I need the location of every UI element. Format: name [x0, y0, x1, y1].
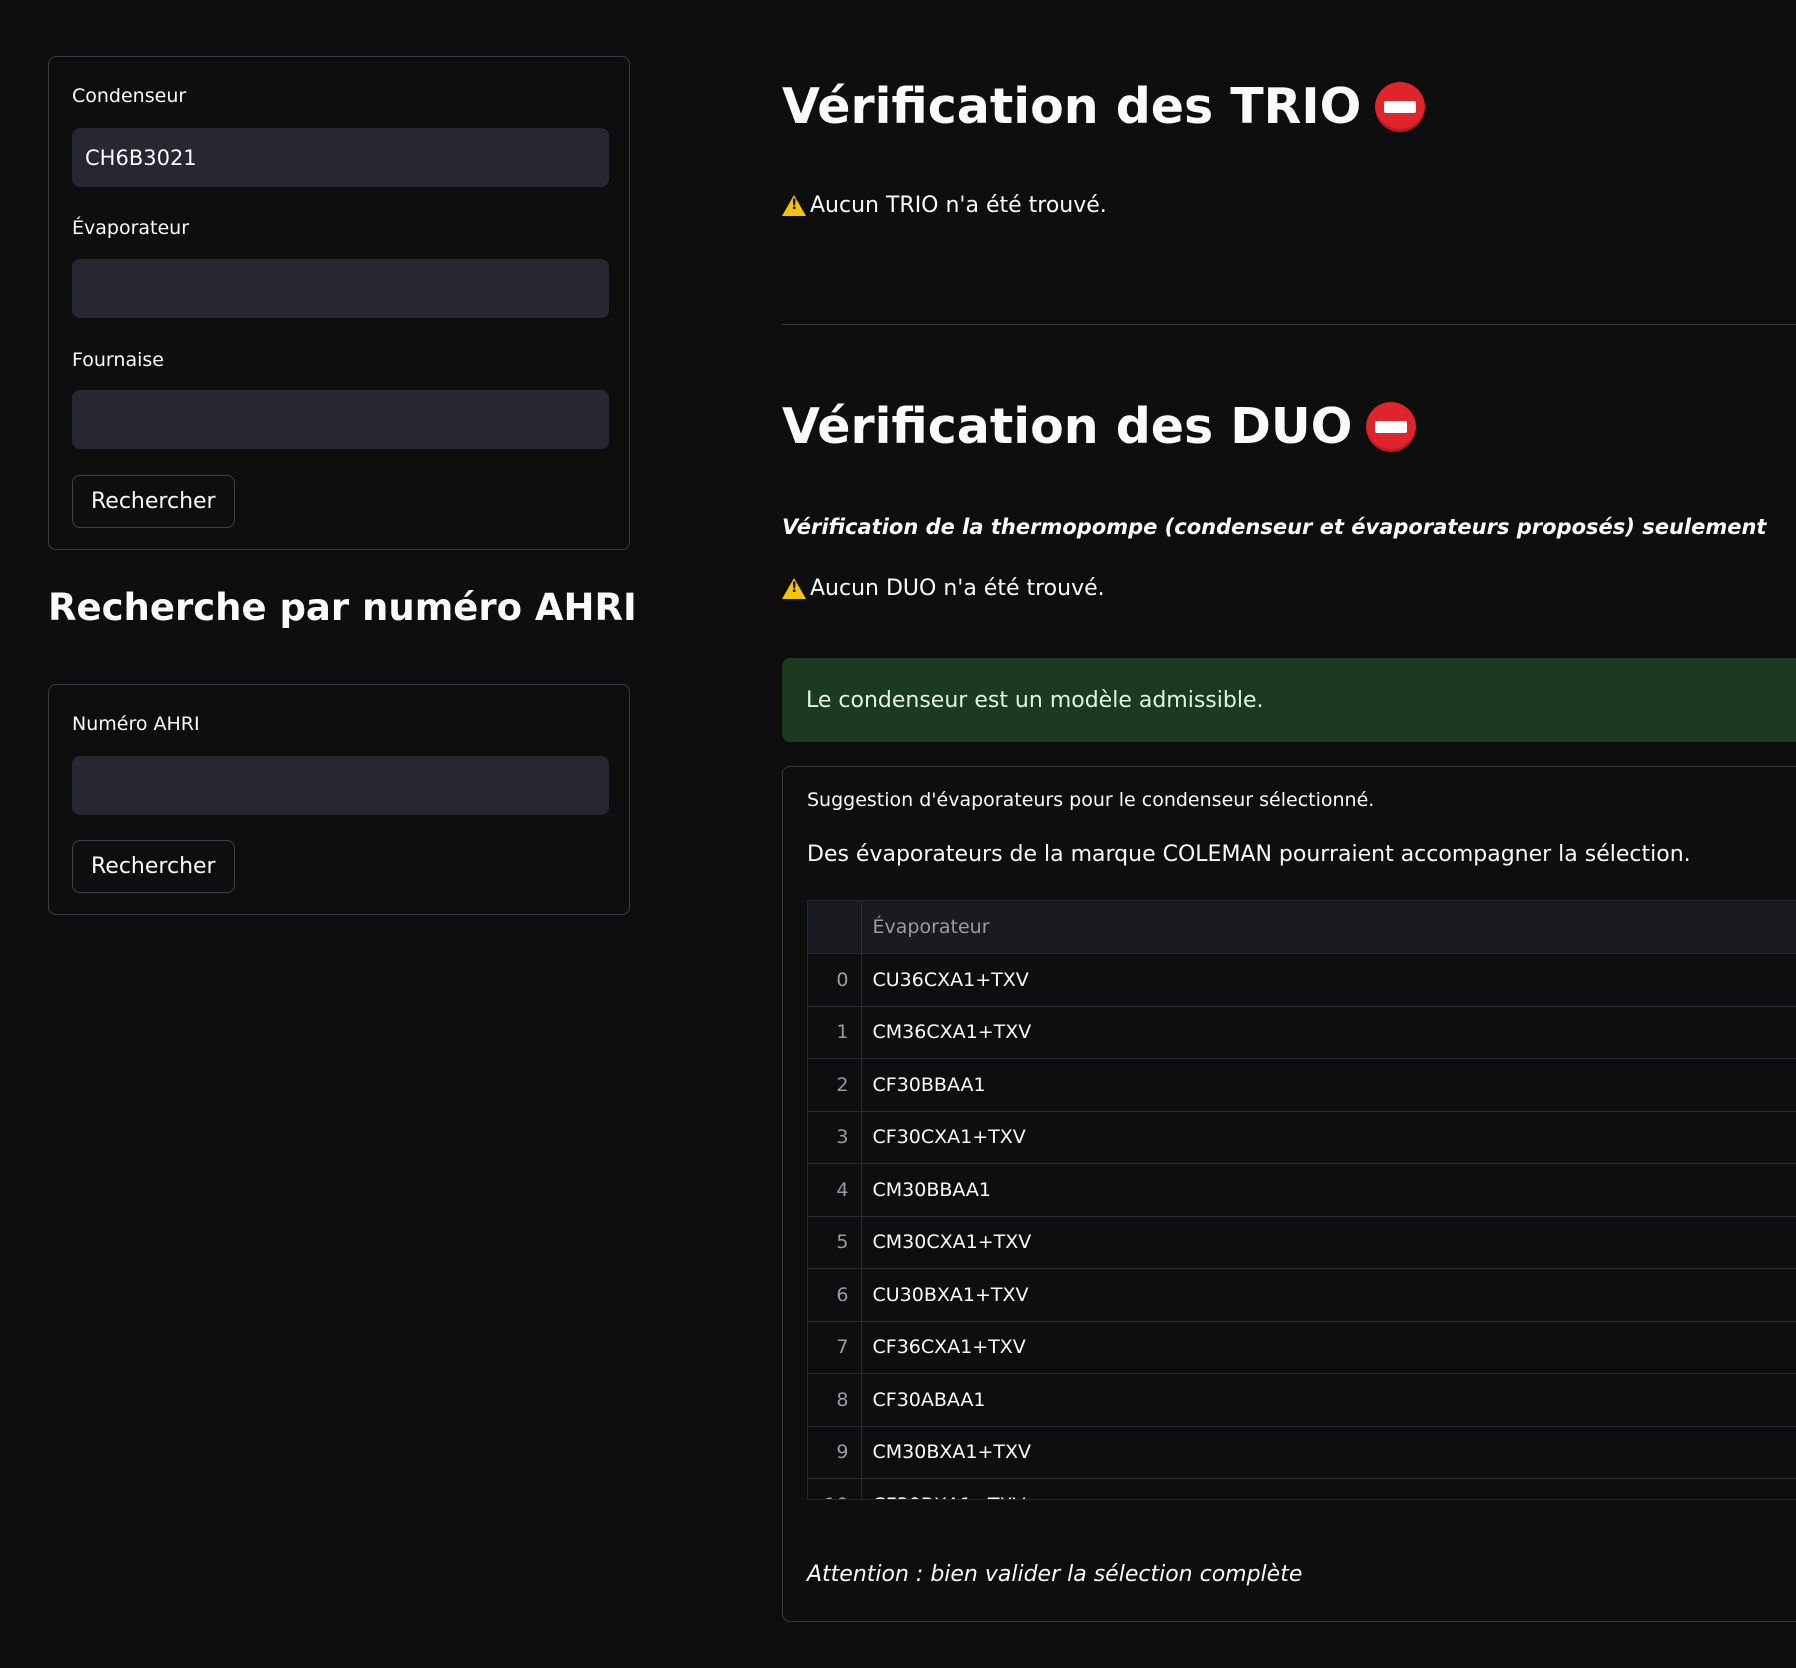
evaporator-table[interactable]: Évaporateur 0 CU36CXA1+TXV 1 CM36CXA1+TXV …	[807, 900, 1796, 1500]
ahri-number-input[interactable]	[72, 756, 609, 815]
duo-heading-text: Vérification des DUO	[782, 398, 1353, 455]
row-index: 4	[808, 1163, 862, 1217]
row-index: 0	[808, 953, 862, 1007]
table-cell[interactable]: CF30ABAA1	[861, 1373, 1796, 1427]
warning-icon	[782, 195, 806, 216]
duo-subtitle: Vérification de la thermopompe (condense…	[782, 515, 1767, 539]
index-column-header	[808, 901, 862, 954]
ahri-search-button[interactable]: Rechercher	[72, 840, 235, 893]
table-cell[interactable]: CF30BBAA1	[861, 1058, 1796, 1112]
evaporateur-input[interactable]	[72, 259, 609, 318]
table-row: 1 CM36CXA1+TXV	[808, 1006, 1796, 1059]
ahri-number-label: Numéro AHRI	[72, 713, 200, 735]
trio-warning-text: Aucun TRIO n'a été trouvé.	[810, 193, 1107, 218]
table-row: 8 CF30ABAA1	[808, 1373, 1796, 1427]
row-index: 10	[808, 1478, 862, 1499]
condenseur-label: Condenseur	[72, 85, 187, 107]
row-index: 1	[808, 1006, 862, 1059]
table-cell[interactable]: CF36CXA1+TXV	[861, 1321, 1796, 1374]
no-entry-icon	[1375, 81, 1426, 132]
no-entry-icon	[1366, 401, 1417, 452]
row-index: 8	[808, 1373, 862, 1427]
suggestion-card: Suggestion d'évaporateurs pour le conden…	[782, 766, 1796, 1622]
table-header-row: Évaporateur	[808, 901, 1796, 954]
duo-warning-text: Aucun DUO n'a été trouvé.	[810, 576, 1105, 601]
trio-heading-text: Vérification des TRIO	[782, 78, 1362, 135]
trio-warning: Aucun TRIO n'a été trouvé.	[782, 193, 1107, 218]
search-form: Condenseur Évaporateur Fournaise Recherc…	[48, 56, 630, 550]
fournaise-label: Fournaise	[72, 349, 164, 371]
row-index: 6	[808, 1268, 862, 1322]
table-row: 9 CM30BXA1+TXV	[808, 1426, 1796, 1479]
fournaise-input[interactable]	[72, 390, 609, 449]
table-row: 10CF30BXA1+TXV	[808, 1478, 1796, 1499]
success-alert-text: Le condenseur est un modèle admissible.	[806, 687, 1264, 713]
condenseur-input[interactable]	[72, 128, 609, 187]
attention-note: Attention : bien valider la sélection co…	[807, 1562, 1303, 1587]
table-row: 0 CU36CXA1+TXV	[808, 953, 1796, 1007]
ahri-search-form: Numéro AHRI Rechercher	[48, 684, 630, 915]
results-panel: Vérification des TRIO Aucun TRIO n'a été…	[782, 0, 1796, 1668]
trio-heading: Vérification des TRIO	[782, 78, 1426, 135]
section-divider	[782, 324, 1796, 325]
row-index: 5	[808, 1216, 862, 1269]
table-cell[interactable]: CM36CXA1+TXV	[861, 1006, 1796, 1059]
warning-icon	[782, 578, 806, 599]
table-row: 2 CF30BBAA1	[808, 1058, 1796, 1112]
table-row: 4 CM30BBAA1	[808, 1163, 1796, 1217]
duo-heading: Vérification des DUO	[782, 398, 1417, 455]
row-index: 2	[808, 1058, 862, 1112]
evaporateur-label: Évaporateur	[72, 217, 190, 239]
table-cell[interactable]: CF30BXA1+TXV	[861, 1478, 1796, 1499]
table-row: 7 CF36CXA1+TXV	[808, 1321, 1796, 1374]
table-row: 5 CM30CXA1+TXV	[808, 1216, 1796, 1269]
search-button[interactable]: Rechercher	[72, 475, 235, 528]
duo-warning: Aucun DUO n'a été trouvé.	[782, 576, 1105, 601]
table-cell[interactable]: CM30BBAA1	[861, 1163, 1796, 1217]
ahri-section-heading: Recherche par numéro AHRI	[48, 586, 637, 629]
table-cell[interactable]: CM30CXA1+TXV	[861, 1216, 1796, 1269]
table-row: 6 CU30BXA1+TXV	[808, 1268, 1796, 1322]
evaporateur-column-header[interactable]: Évaporateur	[861, 901, 1796, 954]
suggestion-text: Des évaporateurs de la marque COLEMAN po…	[807, 842, 1691, 867]
success-alert: Le condenseur est un modèle admissible.	[782, 658, 1796, 742]
table-cell[interactable]: CU30BXA1+TXV	[861, 1268, 1796, 1322]
row-index: 7	[808, 1321, 862, 1374]
row-index: 3	[808, 1111, 862, 1164]
table-row: 3 CF30CXA1+TXV	[808, 1111, 1796, 1164]
table-cell[interactable]: CM30BXA1+TXV	[861, 1426, 1796, 1479]
row-index: 9	[808, 1426, 862, 1479]
table-cell[interactable]: CU36CXA1+TXV	[861, 953, 1796, 1007]
table-cell[interactable]: CF30CXA1+TXV	[861, 1111, 1796, 1164]
suggestion-caption: Suggestion d'évaporateurs pour le conden…	[807, 789, 1375, 811]
